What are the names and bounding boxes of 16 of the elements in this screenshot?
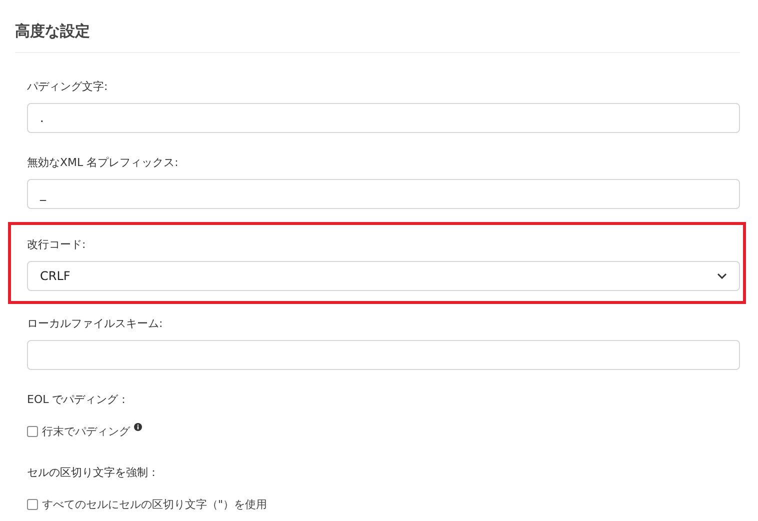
field-label: EOL でパディング：	[27, 392, 130, 408]
select-dropdown[interactable]: CRLF	[27, 261, 740, 291]
checkbox[interactable]	[27, 499, 38, 510]
checkbox-label[interactable]: すべてのセルにセルの区切り文字（"）を使用	[42, 497, 268, 512]
field-label: パディング文字:	[27, 79, 108, 95]
checkbox[interactable]	[27, 426, 38, 437]
text-field[interactable]	[27, 340, 740, 370]
field-label: ローカルファイルスキーム:	[27, 316, 163, 332]
field-label: 改行コード:	[27, 237, 86, 253]
text-field[interactable]: _	[27, 179, 740, 209]
text-field[interactable]: .	[27, 103, 740, 133]
field-label: 無効なXML 名プレフィックス:	[27, 155, 178, 171]
section-title: 高度な設定	[15, 22, 740, 53]
field-label: セルの区切り文字を強制：	[27, 465, 159, 481]
checkbox-label[interactable]: 行末でパディング	[42, 424, 130, 439]
chevron-down-icon	[717, 273, 727, 279]
